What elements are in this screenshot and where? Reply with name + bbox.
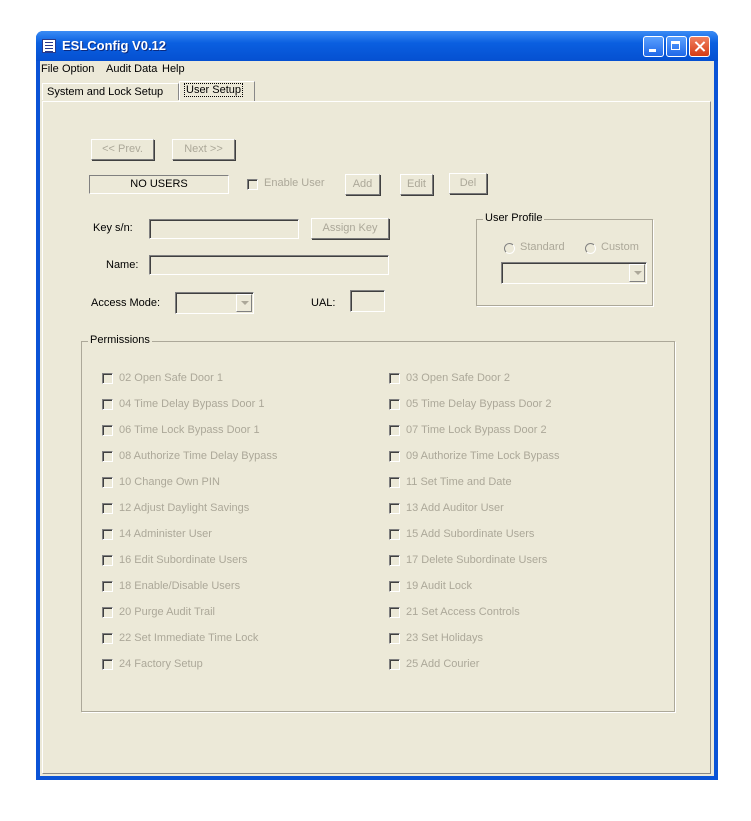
permission-label: 09 Authorize Time Lock Bypass	[406, 450, 560, 462]
permission-label: 06 Time Lock Bypass Door 1	[119, 424, 260, 436]
permission-label: 04 Time Delay Bypass Door 1	[119, 398, 265, 410]
edit-button[interactable]: Edit	[400, 174, 433, 195]
permissions-group: Permissions 02 Open Safe Door 1 04 Time D…	[81, 334, 675, 712]
chevron-down-icon[interactable]	[629, 264, 645, 282]
permission-label: 02 Open Safe Door 1	[119, 372, 223, 384]
permission-checkbox[interactable]	[389, 399, 400, 410]
next-button[interactable]: Next >>	[172, 139, 235, 160]
enable-user-checkbox[interactable]	[247, 179, 258, 190]
permission-label: 23 Set Holidays	[406, 632, 484, 644]
standard-radio[interactable]	[504, 243, 515, 254]
enable-user-label: Enable User	[264, 177, 325, 189]
permission-label: 14 Administer User	[119, 528, 212, 540]
permission-label: 10 Change Own PIN	[119, 476, 220, 488]
permission-checkbox[interactable]	[102, 503, 113, 514]
name-label: Name:	[106, 259, 139, 271]
permission-label: 21 Set Access Controls	[406, 606, 520, 618]
add-button[interactable]: Add	[345, 174, 380, 195]
menu-option[interactable]: Option	[62, 63, 94, 75]
access-mode-label: Access Mode:	[91, 297, 161, 309]
permission-checkbox[interactable]	[102, 373, 113, 384]
menu-help[interactable]: Help	[162, 63, 185, 75]
app-window: ESLConfig V0.12 File Option Audit Data H…	[36, 31, 718, 780]
permission-label: 13 Add Auditor User	[406, 502, 504, 514]
maximize-button[interactable]	[666, 36, 687, 57]
profile-select[interactable]	[501, 262, 647, 284]
permission-checkbox[interactable]	[102, 451, 113, 462]
permission-checkbox[interactable]	[102, 581, 113, 592]
ual-field[interactable]	[350, 290, 385, 312]
key-sn-label: Key s/n:	[93, 222, 133, 234]
permission-checkbox[interactable]	[389, 529, 400, 540]
window-title: ESLConfig V0.12	[62, 38, 167, 53]
custom-radio[interactable]	[585, 243, 596, 254]
permission-label: 22 Set Immediate Time Lock	[119, 632, 259, 644]
permission-checkbox[interactable]	[389, 503, 400, 514]
menu-bar: File Option Audit Data Help	[40, 61, 714, 79]
permission-label: 05 Time Delay Bypass Door 2	[406, 398, 552, 410]
permission-checkbox[interactable]	[102, 529, 113, 540]
permission-label: 16 Edit Subordinate Users	[119, 554, 248, 566]
permission-checkbox[interactable]	[102, 477, 113, 488]
permission-label: 11 Set Time and Date	[406, 476, 512, 488]
permission-checkbox[interactable]	[389, 555, 400, 566]
permission-checkbox[interactable]	[102, 633, 113, 644]
permission-label: 19 Audit Lock	[406, 580, 473, 592]
permission-label: 20 Purge Audit Trail	[119, 606, 216, 618]
menu-audit-data[interactable]: Audit Data	[106, 63, 157, 75]
key-sn-field[interactable]	[149, 219, 299, 239]
permission-checkbox[interactable]	[389, 425, 400, 436]
permission-label: 25 Add Courier	[406, 658, 480, 670]
permission-label: 07 Time Lock Bypass Door 2	[406, 424, 547, 436]
name-field[interactable]	[149, 255, 389, 275]
user-profile-group: User Profile Standard Custom	[476, 212, 653, 306]
permission-label: 12 Adjust Daylight Savings	[119, 502, 250, 514]
del-button[interactable]: Del	[449, 173, 487, 194]
permission-checkbox[interactable]	[102, 555, 113, 566]
minimize-button[interactable]	[643, 36, 664, 57]
tab-strip: System and Lock Setup User Setup	[40, 81, 714, 101]
permission-label: 08 Authorize Time Delay Bypass	[119, 450, 278, 462]
permission-checkbox[interactable]	[389, 633, 400, 644]
permission-checkbox[interactable]	[389, 477, 400, 488]
permission-label: 15 Add Subordinate Users	[406, 528, 535, 540]
permission-label: 24 Factory Setup	[119, 658, 203, 670]
client-area: File Option Audit Data Help System and L…	[40, 61, 714, 776]
permission-checkbox[interactable]	[102, 399, 113, 410]
user-profile-title: User Profile	[483, 212, 545, 224]
permission-checkbox[interactable]	[389, 581, 400, 592]
ual-label: UAL:	[311, 297, 336, 309]
assign-key-button[interactable]: Assign Key	[311, 218, 389, 239]
permission-checkbox[interactable]	[102, 425, 113, 436]
permission-checkbox[interactable]	[389, 451, 400, 462]
permission-checkbox[interactable]	[389, 607, 400, 618]
app-icon[interactable]	[42, 39, 56, 53]
custom-label: Custom	[601, 241, 639, 253]
menu-file[interactable]: File	[41, 63, 59, 75]
permission-checkbox[interactable]	[389, 373, 400, 384]
tab-user-setup-label: User Setup	[184, 83, 244, 97]
access-mode-select[interactable]	[175, 292, 254, 314]
title-bar[interactable]: ESLConfig V0.12	[36, 31, 718, 61]
permission-checkbox[interactable]	[102, 607, 113, 618]
permission-label: 17 Delete Subordinate Users	[406, 554, 548, 566]
permission-label: 03 Open Safe Door 2	[406, 372, 510, 384]
user-setup-panel: << Prev. Next >> NO USERS Enable User Ad…	[42, 101, 711, 774]
permission-checkbox[interactable]	[102, 659, 113, 670]
close-button[interactable]	[689, 36, 710, 57]
user-status: NO USERS	[89, 175, 229, 194]
tab-user-setup[interactable]: User Setup	[179, 81, 255, 101]
chevron-down-icon[interactable]	[236, 294, 252, 312]
tab-system-and-lock-setup[interactable]: System and Lock Setup	[42, 83, 179, 100]
standard-label: Standard	[520, 241, 565, 253]
permission-label: 18 Enable/Disable Users	[119, 580, 241, 592]
permissions-title: Permissions	[88, 334, 152, 346]
prev-button[interactable]: << Prev.	[91, 139, 154, 160]
permission-checkbox[interactable]	[389, 659, 400, 670]
